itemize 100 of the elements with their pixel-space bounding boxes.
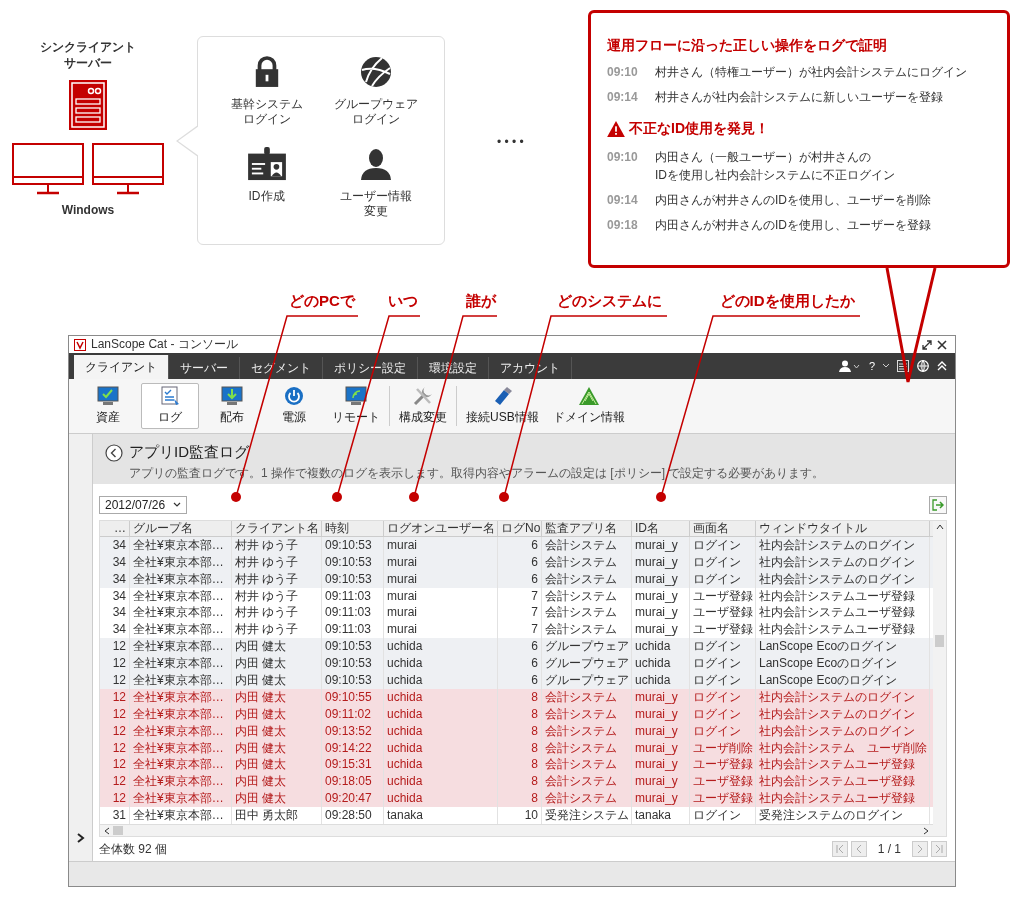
table-cell: 12 (100, 688, 130, 706)
table-cell: ログイン (690, 553, 756, 571)
table-cell: ログイン (690, 536, 756, 554)
table-cell: 09:13:52 (322, 722, 384, 740)
scroll-left-icon[interactable] (104, 826, 110, 835)
toolbar-button[interactable]: 資産 (79, 383, 137, 429)
vertical-scrollbar[interactable] (933, 520, 946, 836)
table-cell: 全社¥東京本部… (130, 553, 232, 571)
table-cell: 村井 ゆう子 (232, 536, 322, 554)
log-document-icon (159, 386, 181, 406)
table-cell: ログイン (690, 722, 756, 740)
close-icon[interactable] (937, 339, 947, 350)
table-cell: 09:10:53 (322, 536, 384, 554)
log-text: 村井さんが社内会計システムに新しいユーザーを登録 (655, 89, 943, 106)
first-page-icon (834, 844, 845, 854)
horizontal-scrollbar[interactable] (100, 824, 933, 836)
server-label: サーバー (64, 55, 112, 72)
window-title: LanScope Cat - コンソール (91, 336, 238, 353)
table-cell: uchida (384, 705, 498, 723)
annotation-label: どのPCで (289, 292, 355, 311)
table-cell: 34 (100, 570, 130, 588)
total-count: 全体数 92 個 (99, 840, 167, 858)
globe-icon[interactable] (917, 360, 929, 372)
globe-icon (359, 55, 392, 89)
table-cell: 12 (100, 705, 130, 723)
table-cell: murai (384, 536, 498, 554)
table-cell: ログイン (690, 655, 756, 672)
scroll-thumb[interactable] (935, 634, 944, 647)
os-label: Windows (61, 203, 115, 218)
table-cell: ログイン (690, 570, 756, 588)
list-icon[interactable] (897, 360, 909, 372)
table-cell: murai_y (632, 553, 690, 571)
date-dropdown[interactable]: 2012/07/26 (99, 495, 188, 514)
operation-label: 基幹システム (230, 97, 303, 112)
table-cell: ログイン (690, 705, 756, 723)
table-cell: murai_y (632, 722, 690, 740)
toolbar-button[interactable]: 電源 (265, 383, 323, 429)
column-header[interactable]: ログNo (498, 520, 542, 536)
back-icon[interactable] (105, 443, 123, 462)
table-cell: 8 (498, 722, 542, 740)
table-cell: murai_y (632, 688, 690, 706)
scroll-right-icon[interactable] (923, 826, 929, 835)
table-cell: 社内会計システムのログイン (756, 570, 930, 588)
column-header[interactable]: 時刻 (322, 520, 384, 536)
table-cell: 内田 健太 (232, 722, 322, 740)
export-icon (932, 498, 944, 511)
column-header[interactable]: 画面名 (690, 520, 756, 536)
table-cell: uchida (384, 722, 498, 740)
collapse-icon[interactable] (937, 361, 947, 371)
tab[interactable]: クライアント (74, 355, 169, 379)
table-cell: murai (384, 570, 498, 588)
export-button[interactable] (929, 495, 947, 514)
table-cell: 内田 健太 (232, 655, 322, 672)
caret-icon[interactable] (883, 364, 889, 368)
table-cell: 全社¥東京本部… (130, 688, 232, 706)
person-icon (359, 147, 392, 181)
toolbar-button[interactable]: 配布 (203, 383, 261, 429)
operation-label: ログイン (242, 112, 291, 127)
table-cell: 12 (100, 655, 130, 672)
table-cell: 社内会計システムのログイン (756, 722, 930, 740)
monitor-icon (92, 143, 164, 196)
table-cell: 内田 健太 (232, 688, 322, 706)
column-header[interactable]: … (100, 520, 130, 536)
column-header[interactable]: ID名 (632, 520, 690, 536)
warning-icon (607, 121, 625, 137)
maximize-icon[interactable] (922, 339, 932, 350)
callout-title: 運用フローに沿った正しい操作をログで証明 (607, 37, 888, 55)
scroll-thumb[interactable] (113, 826, 123, 835)
column-header[interactable]: 監査アプリ名 (542, 520, 632, 536)
monitor-check-icon (97, 386, 119, 406)
power-icon (284, 386, 304, 406)
expand-icon[interactable] (76, 833, 85, 843)
help-button[interactable]: ? (868, 360, 875, 372)
operation-label: ログイン (351, 112, 400, 127)
toolbar-button[interactable]: ログ (141, 383, 199, 429)
table-cell: 会計システム (542, 688, 632, 706)
table-cell: 全社¥東京本部… (130, 655, 232, 672)
table-cell: 会計システム (542, 536, 632, 554)
column-header[interactable]: グループ名 (130, 520, 232, 536)
column-header[interactable]: ログオンユーザー名 (384, 520, 498, 536)
table-cell: 全社¥東京本部… (130, 570, 232, 588)
table-cell: 全社¥東京本部… (130, 536, 232, 554)
monitor-signal-icon (345, 386, 367, 406)
page-indicator: 1 / 1 (876, 842, 902, 856)
table-cell: ログイン (690, 688, 756, 706)
table-cell: 全社¥東京本部… (130, 705, 232, 723)
table-cell: ログイン (690, 672, 756, 689)
toolbar-button[interactable]: リモート (327, 383, 385, 429)
scroll-up-icon[interactable] (935, 523, 944, 530)
toolbar-button[interactable]: ドメイン情報 (547, 383, 630, 429)
column-header[interactable]: クライアント名 (232, 520, 322, 536)
table-cell: 09:10:53 (322, 553, 384, 571)
annotation-label: どのシステムに (556, 292, 662, 311)
table-cell: 6 (498, 570, 542, 588)
alert-title: 不正なID使用を発見！ (629, 120, 769, 138)
table-cell: 6 (498, 672, 542, 689)
log-time: 09:10 (607, 65, 639, 81)
column-header[interactable]: ウィンドウタイトル (756, 520, 930, 536)
user-menu-icon[interactable] (838, 360, 861, 372)
id-card-icon (245, 147, 288, 181)
